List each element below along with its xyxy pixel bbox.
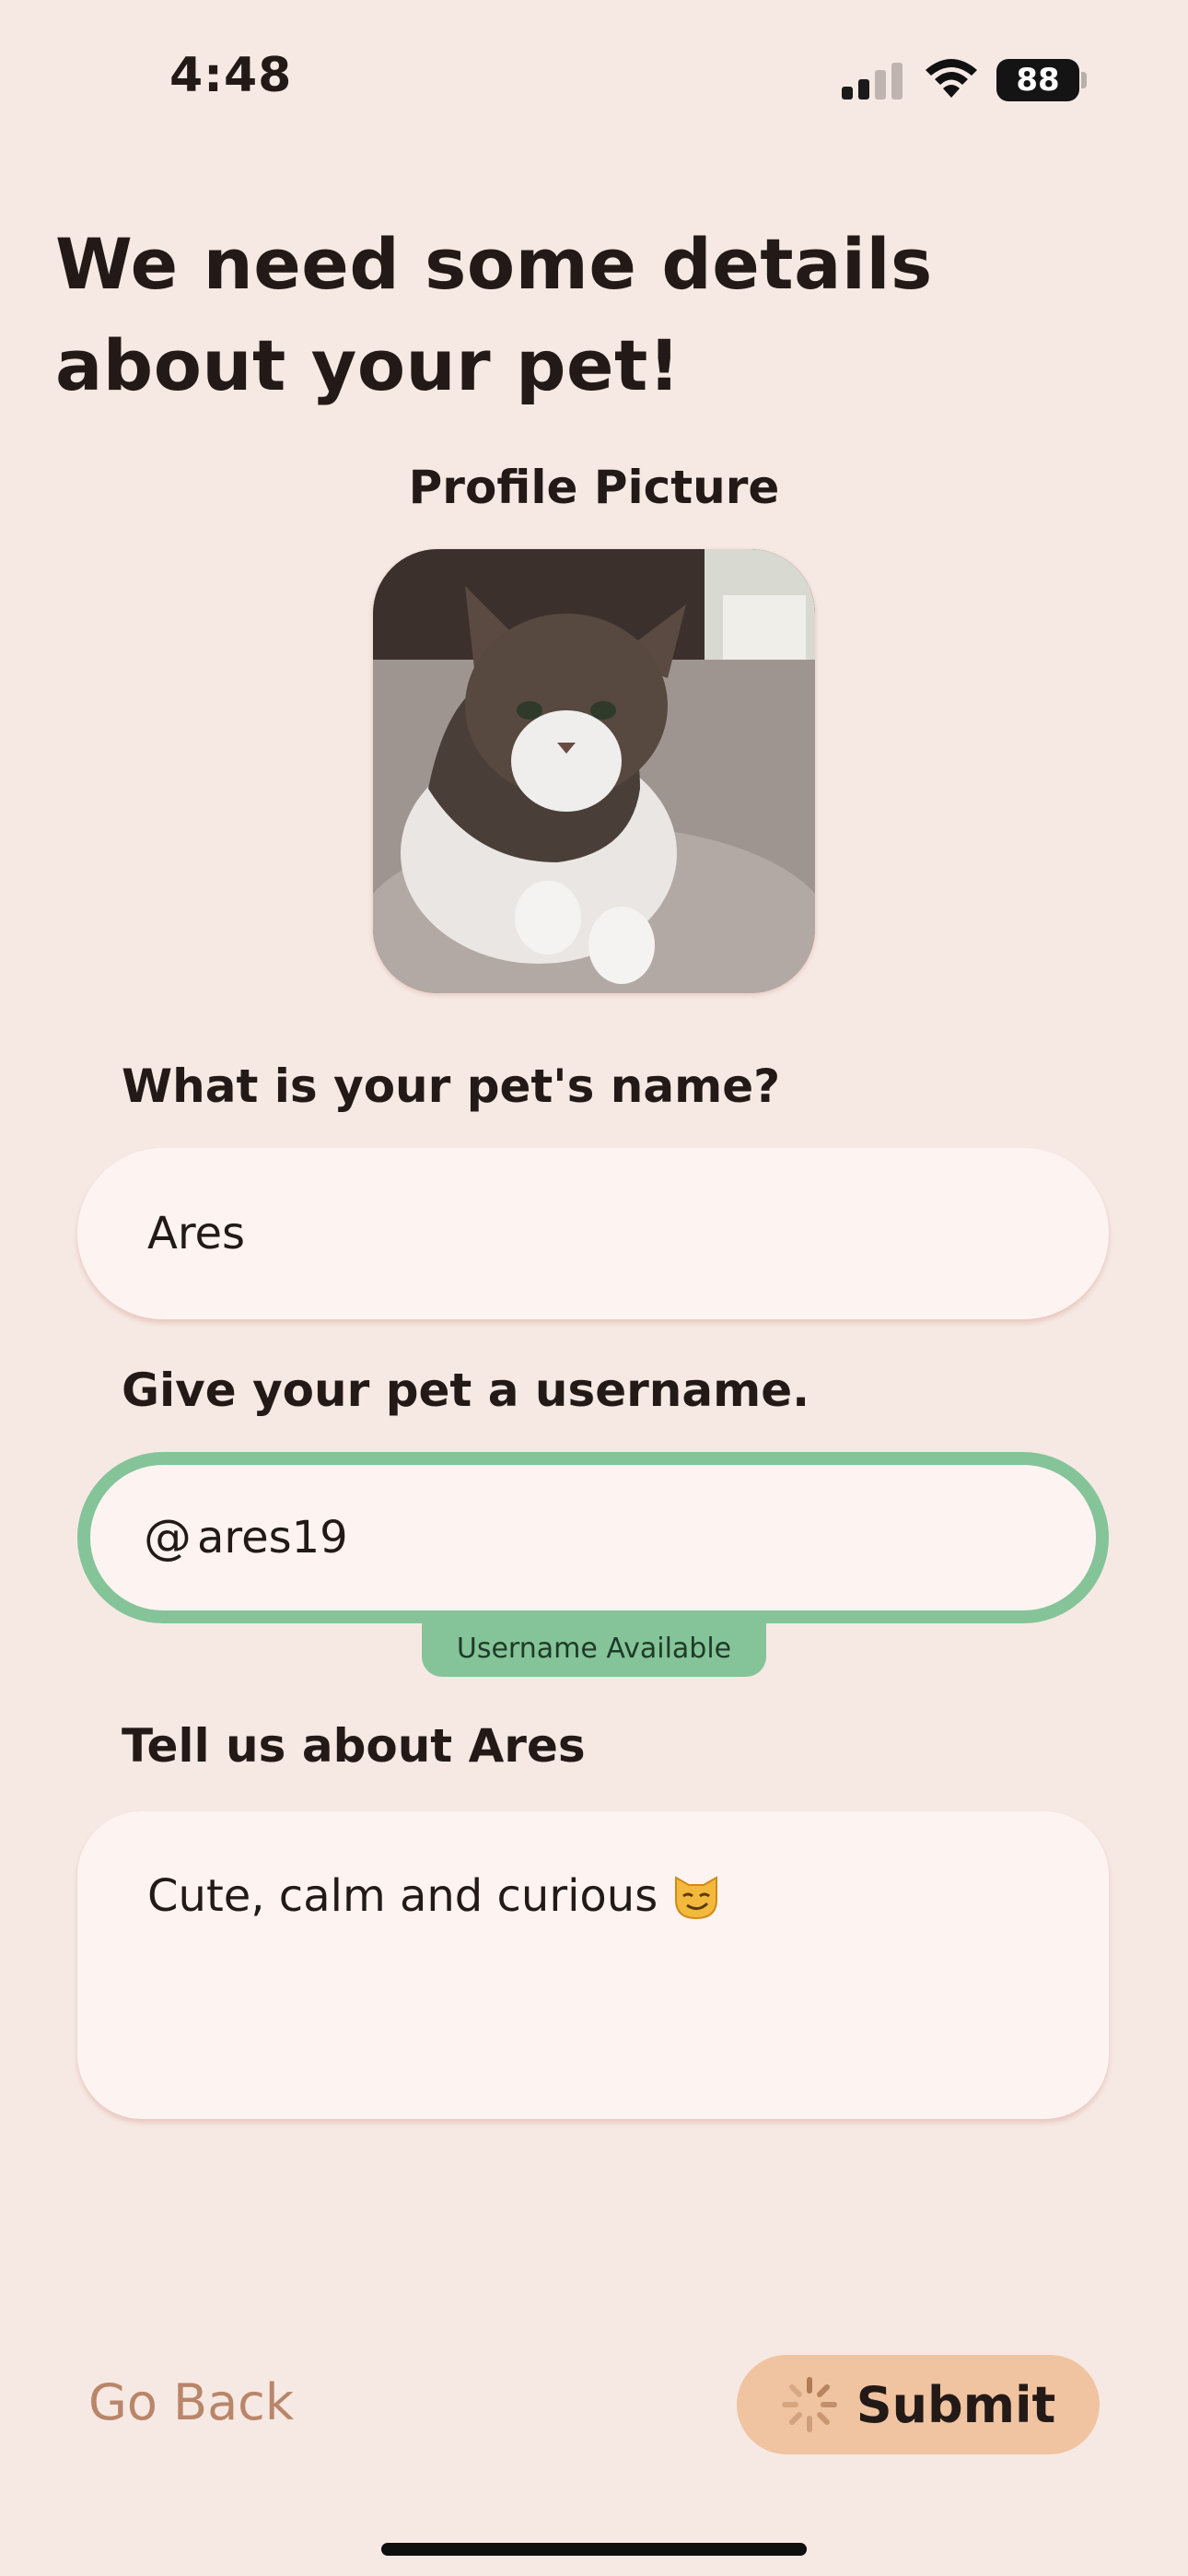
home-indicator[interactable] xyxy=(381,2543,807,2556)
pet-name-value: Ares xyxy=(147,1208,246,1259)
pet-name-label: What is your pet's name? xyxy=(122,1060,781,1113)
username-label: Give your pet a username. xyxy=(122,1364,810,1417)
submit-label: Submit xyxy=(856,2375,1056,2434)
submit-button[interactable]: Submit xyxy=(737,2355,1100,2454)
username-at-prefix: @ xyxy=(144,1510,192,1565)
smirking-cat-emoji-icon xyxy=(675,1876,718,1920)
about-textarea[interactable]: Cute, calm and curious xyxy=(77,1811,1109,2119)
username-input[interactable]: @ ares19 xyxy=(77,1452,1109,1623)
about-label: Tell us about Ares xyxy=(122,1719,586,1773)
loading-spinner-icon xyxy=(781,2377,837,2432)
battery-tip xyxy=(1081,72,1087,88)
status-time: 4:48 xyxy=(169,48,293,103)
profile-picture-label: Profile Picture xyxy=(408,461,780,514)
page-title: We need some details about your pet! xyxy=(55,223,933,406)
cellular-signal-icon xyxy=(842,61,903,100)
about-value: Cute, calm and curious xyxy=(147,1870,658,1922)
pet-name-input[interactable]: Ares xyxy=(77,1148,1109,1319)
username-status-badge: Username Available xyxy=(422,1620,766,1677)
username-value: ares19 xyxy=(197,1512,348,1563)
go-back-button[interactable]: Go Back xyxy=(88,2373,294,2431)
battery-icon: 88 xyxy=(996,59,1079,101)
pet-profile-photo[interactable] xyxy=(373,549,815,993)
wifi-icon xyxy=(926,59,977,98)
